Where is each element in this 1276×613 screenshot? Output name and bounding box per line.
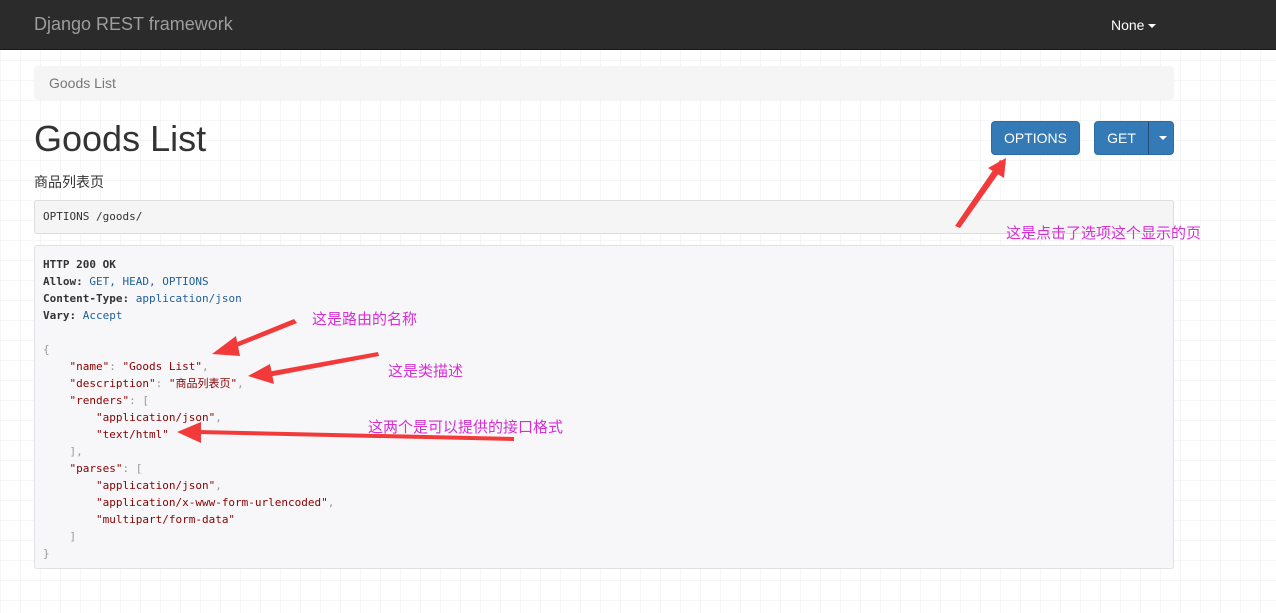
render-format: "text/html" — [95, 428, 169, 441]
annotation-class-description: 这是类描述 — [388, 362, 464, 380]
caret-down-icon — [1148, 24, 1157, 29]
parse-format: "application/x-www-form-urlencoded" — [95, 496, 328, 509]
response-status: HTTP 200 OK — [43, 258, 116, 271]
breadcrumb: Goods List — [34, 66, 1174, 100]
request-method: OPTIONS — [43, 210, 90, 223]
page-description: 商品列表页 — [34, 175, 104, 191]
json-name-line: "name": "Goods List", — [69, 360, 209, 373]
parse-format: "multipart/form-data" — [95, 513, 236, 526]
page-title: Goods List — [34, 118, 207, 159]
annotation-options-page: 这是点击了选项这个显示的页 — [1006, 224, 1202, 242]
response-info: HTTP 200 OK Allow: GET, HEAD, OPTIONS Cont… — [34, 245, 1174, 569]
response-header-allow: Allow: GET, HEAD, OPTIONS — [43, 275, 209, 288]
user-menu-label: None — [1111, 17, 1145, 33]
navbar: Django REST framework None — [0, 0, 1276, 50]
options-button[interactable]: OPTIONS — [991, 121, 1080, 155]
get-format-dropdown-button[interactable] — [1148, 121, 1174, 155]
brand-link[interactable]: Django REST framework — [34, 14, 233, 35]
request-info: OPTIONS /goods/ — [34, 200, 1174, 234]
json-renders-line: "renders": [ — [69, 394, 149, 407]
response-header-vary: Vary: Accept — [43, 309, 123, 322]
request-path: /goods/ — [95, 210, 143, 223]
render-format: "application/json" — [95, 411, 216, 424]
arrow-to-options-button-head — [988, 158, 1006, 178]
json-description-line: "description": "商品列表页", — [69, 377, 244, 390]
json-parses-line: "parses": [ — [69, 462, 143, 475]
vary-accept-link[interactable]: Accept — [83, 309, 123, 322]
annotation-formats: 这两个是可以提供的接口格式 — [368, 418, 564, 436]
response-header-content-type: Content-Type: application/json — [43, 292, 242, 305]
caret-down-icon — [1159, 136, 1167, 140]
annotation-route-name: 这是路由的名称 — [312, 310, 418, 328]
user-menu-dropdown[interactable]: None — [1111, 17, 1157, 33]
breadcrumb-item-goods-list[interactable]: Goods List — [49, 75, 116, 91]
parse-format: "application/json" — [95, 479, 216, 492]
get-button[interactable]: GET — [1094, 121, 1149, 155]
